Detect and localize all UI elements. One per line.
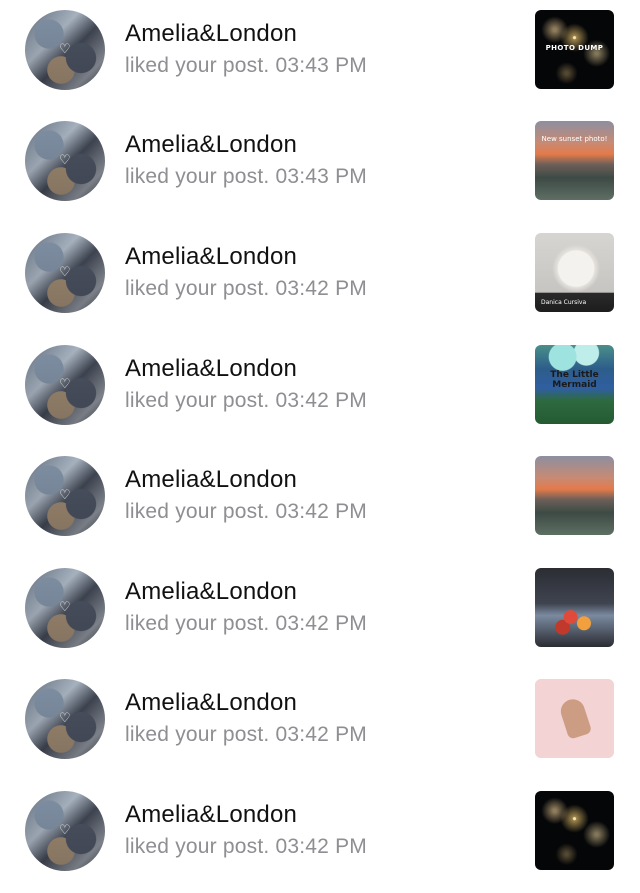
post-thumbnail[interactable] xyxy=(535,456,614,535)
heart-icon: ♡ xyxy=(59,42,71,57)
notification-row[interactable]: ♡ Amelia&London liked your post. 03:42 P… xyxy=(0,781,640,893)
notification-text: liked your post. 03:42 PM xyxy=(125,389,367,412)
notification-time: 03:42 PM xyxy=(275,500,367,523)
notification-row[interactable]: ♡ Amelia&London liked your post. 03:43 P… xyxy=(0,111,640,223)
avatar[interactable]: ♡ xyxy=(25,456,105,536)
user-name[interactable]: Amelia&London xyxy=(125,132,297,158)
notification-time: 03:43 PM xyxy=(275,165,367,188)
notification-time: 03:43 PM xyxy=(275,54,367,77)
notification-row[interactable]: ♡ Amelia&London liked your post. 03:42 P… xyxy=(0,446,640,558)
notification-row[interactable]: ♡ Amelia&London liked your post. 03:42 P… xyxy=(0,335,640,447)
thumbnail-caption: New sunset photo! xyxy=(541,135,608,143)
notification-text: liked your post. 03:43 PM xyxy=(125,165,367,188)
notification-list: ♡ Amelia&London liked your post. 03:43 P… xyxy=(0,0,640,871)
avatar[interactable]: ♡ xyxy=(25,679,105,759)
notification-row[interactable]: ♡ Amelia&London liked your post. 03:42 P… xyxy=(0,669,640,781)
notification-row[interactable]: ♡ Amelia&London liked your post. 03:42 P… xyxy=(0,223,640,335)
heart-icon: ♡ xyxy=(59,600,71,615)
user-name[interactable]: Amelia&London xyxy=(125,802,297,828)
post-thumbnail[interactable]: Danica Cursiva xyxy=(535,233,614,312)
notification-time: 03:42 PM xyxy=(275,835,367,858)
notification-text: liked your post. 03:43 PM xyxy=(125,54,367,77)
notification-row[interactable]: ♡ Amelia&London liked your post. 03:42 P… xyxy=(0,558,640,670)
notification-time: 03:42 PM xyxy=(275,389,367,412)
user-name[interactable]: Amelia&London xyxy=(125,21,297,47)
avatar[interactable]: ♡ xyxy=(25,791,105,871)
thumbnail-caption: The Little Mermaid xyxy=(550,370,599,390)
avatar[interactable]: ♡ xyxy=(25,568,105,648)
post-thumbnail[interactable] xyxy=(535,568,614,647)
post-thumbnail[interactable]: New sunset photo! xyxy=(535,121,614,200)
heart-icon: ♡ xyxy=(59,265,71,280)
notification-text: liked your post. 03:42 PM xyxy=(125,835,367,858)
post-thumbnail[interactable] xyxy=(535,679,614,758)
heart-icon: ♡ xyxy=(59,377,71,392)
user-name[interactable]: Amelia&London xyxy=(125,579,297,605)
heart-icon: ♡ xyxy=(59,711,71,726)
post-thumbnail[interactable]: The Little Mermaid xyxy=(535,345,614,424)
avatar[interactable]: ♡ xyxy=(25,10,105,90)
notification-time: 03:42 PM xyxy=(275,277,367,300)
thumbnail-caption: Danica Cursiva xyxy=(541,299,587,306)
heart-icon: ♡ xyxy=(59,823,71,838)
notification-text: liked your post. 03:42 PM xyxy=(125,612,367,635)
post-thumbnail[interactable]: PHOTO DUMP xyxy=(535,10,614,89)
avatar[interactable]: ♡ xyxy=(25,345,105,425)
heart-icon: ♡ xyxy=(59,488,71,503)
avatar[interactable]: ♡ xyxy=(25,233,105,313)
notification-text: liked your post. 03:42 PM xyxy=(125,723,367,746)
user-name[interactable]: Amelia&London xyxy=(125,690,297,716)
avatar[interactable]: ♡ xyxy=(25,121,105,201)
notification-text: liked your post. 03:42 PM xyxy=(125,500,367,523)
notification-time: 03:42 PM xyxy=(275,723,367,746)
notification-text: liked your post. 03:42 PM xyxy=(125,277,367,300)
figure-illustration xyxy=(557,696,593,740)
thumbnail-caption: PHOTO DUMP xyxy=(545,44,604,52)
notification-time: 03:42 PM xyxy=(275,612,367,635)
heart-icon: ♡ xyxy=(59,153,71,168)
user-name[interactable]: Amelia&London xyxy=(125,244,297,270)
post-thumbnail[interactable] xyxy=(535,791,614,870)
user-name[interactable]: Amelia&London xyxy=(125,467,297,493)
user-name[interactable]: Amelia&London xyxy=(125,356,297,382)
notification-row[interactable]: ♡ Amelia&London liked your post. 03:43 P… xyxy=(0,0,640,112)
